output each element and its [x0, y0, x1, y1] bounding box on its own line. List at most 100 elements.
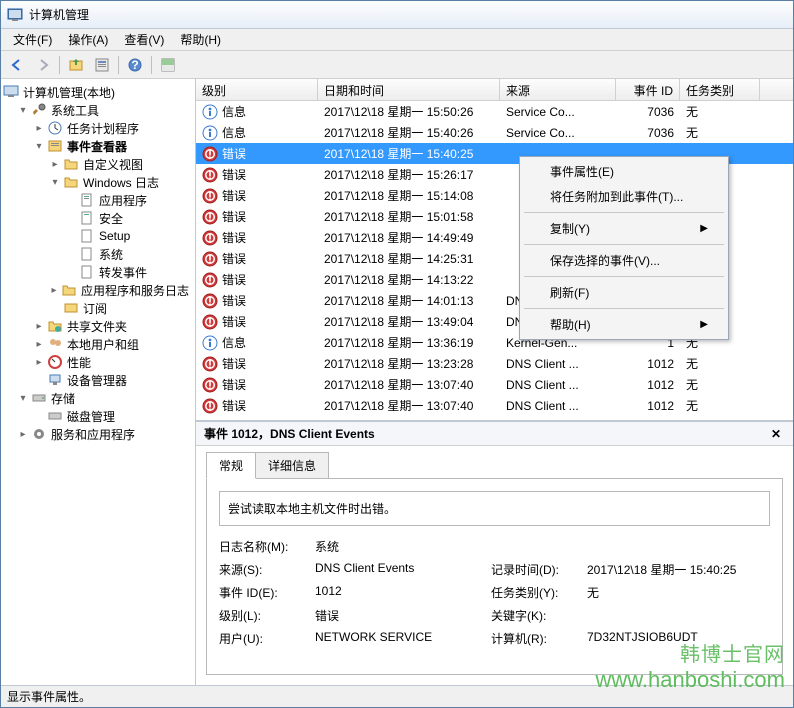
error-icon [202, 251, 218, 267]
properties-button[interactable] [90, 54, 114, 76]
event-date: 2017\12\18 星期一 15:50:26 [318, 103, 500, 120]
tree-storage[interactable]: ▾存储 [17, 389, 195, 407]
tree-disk-mgmt[interactable]: 磁盘管理 [33, 407, 195, 425]
tree-task-scheduler[interactable]: ▸任务计划程序 [33, 119, 195, 137]
value-keywords [587, 607, 770, 624]
event-row[interactable]: 错误2017\12\18 星期一 13:07:40DNS Client ...1… [196, 395, 793, 416]
tree-subscriptions[interactable]: 订阅 [49, 299, 195, 317]
computer-icon [3, 84, 19, 100]
col-header-level[interactable]: 级别 [196, 79, 318, 100]
tree-log-application[interactable]: 应用程序 [65, 191, 195, 209]
up-button[interactable] [64, 54, 88, 76]
col-header-id[interactable]: 事件 ID [616, 79, 680, 100]
tab-details[interactable]: 详细信息 [255, 452, 329, 479]
forward-button[interactable] [31, 54, 55, 76]
event-level: 错误 [222, 313, 246, 330]
tree-windows-logs[interactable]: ▾Windows 日志 [49, 173, 195, 191]
tree-log-forwarded[interactable]: 转发事件 [65, 263, 195, 281]
ctx-event-properties[interactable]: 事件属性(E) [522, 159, 726, 184]
info-icon [202, 335, 218, 351]
tree-pane[interactable]: 计算机管理(本地) ▾系统工具 ▸任务计划程序 ▾事件查看器 ▸自定义视图 ▾W… [1, 79, 196, 685]
expand-icon[interactable]: ▸ [33, 122, 45, 134]
menu-file[interactable]: 文件(F) [5, 29, 60, 50]
expand-icon[interactable]: ▸ [49, 284, 59, 296]
event-date: 2017\12\18 星期一 14:25:31 [318, 250, 500, 267]
event-level: 错误 [222, 271, 246, 288]
event-level: 信息 [222, 103, 246, 120]
event-detail-pane: 事件 1012，DNS Client Events ✕ 常规 详细信息 尝试读取… [196, 421, 793, 685]
info-icon [202, 104, 218, 120]
event-level: 错误 [222, 397, 246, 414]
show-preview-button[interactable] [156, 54, 180, 76]
error-icon [202, 314, 218, 330]
tree-app-services-logs[interactable]: ▸应用程序和服务日志 [49, 281, 195, 299]
tree-shared-folders[interactable]: ▸共享文件夹 [33, 317, 195, 335]
ctx-copy[interactable]: 复制(Y)▶ [522, 216, 726, 241]
users-icon [47, 336, 63, 352]
event-id: 1012 [616, 357, 680, 371]
ctx-refresh[interactable]: 刷新(F) [522, 280, 726, 305]
event-date: 2017\12\18 星期一 15:40:26 [318, 124, 500, 141]
tree-local-users[interactable]: ▸本地用户和组 [33, 335, 195, 353]
event-source: DNS Client ... [500, 378, 616, 392]
tree-device-mgr[interactable]: 设备管理器 [33, 371, 195, 389]
event-row[interactable]: 信息2017\12\18 星期一 15:50:26Service Co...70… [196, 101, 793, 122]
collapse-icon[interactable]: ▾ [49, 176, 61, 188]
col-header-date[interactable]: 日期和时间 [318, 79, 500, 100]
event-source: DNS Client ... [500, 399, 616, 413]
event-date: 2017\12\18 星期一 14:49:49 [318, 229, 500, 246]
col-header-cat[interactable]: 任务类别 [680, 79, 760, 100]
subscriptions-icon [63, 300, 79, 316]
title-bar: 计算机管理 [1, 1, 793, 29]
svg-text:?: ? [131, 58, 138, 72]
tree-log-system[interactable]: 系统 [65, 245, 195, 263]
chevron-right-icon: ▶ [700, 319, 708, 330]
detail-title-bar: 事件 1012，DNS Client Events ✕ [196, 422, 793, 446]
event-source: Service Co... [500, 105, 616, 119]
collapse-icon[interactable]: ▾ [33, 140, 45, 152]
value-level: 错误 [315, 607, 485, 624]
ctx-save-selected[interactable]: 保存选择的事件(V)... [522, 248, 726, 273]
value-user: NETWORK SERVICE [315, 630, 485, 647]
ctx-help[interactable]: 帮助(H)▶ [522, 312, 726, 337]
expand-icon[interactable]: ▸ [33, 338, 45, 350]
label-keywords: 关键字(K): [491, 607, 581, 624]
label-event-id: 事件 ID(E): [219, 584, 309, 601]
event-date: 2017\12\18 星期一 15:01:58 [318, 208, 500, 225]
menu-action[interactable]: 操作(A) [60, 29, 116, 50]
expand-icon[interactable]: ▸ [33, 356, 45, 368]
tree-root[interactable]: 计算机管理(本地) [1, 83, 195, 101]
event-row[interactable]: 信息2017\12\18 星期一 15:40:26Service Co...70… [196, 122, 793, 143]
tree-event-viewer[interactable]: ▾事件查看器 [33, 137, 195, 155]
event-source: DNS Client ... [500, 357, 616, 371]
context-menu[interactable]: 事件属性(E) 将任务附加到此事件(T)... 复制(Y)▶ 保存选择的事件(V… [519, 156, 729, 340]
ctx-attach-task[interactable]: 将任务附加到此事件(T)... [522, 184, 726, 209]
value-logged: 2017\12\18 星期一 15:40:25 [587, 561, 770, 578]
event-row[interactable]: 错误2017\12\18 星期一 13:23:28DNS Client ...1… [196, 353, 793, 374]
tree-log-setup[interactable]: Setup [65, 227, 195, 245]
expand-icon[interactable]: ▸ [49, 158, 61, 170]
tree-log-security[interactable]: 安全 [65, 209, 195, 227]
tree-custom-views[interactable]: ▸自定义视图 [49, 155, 195, 173]
tree-performance[interactable]: ▸性能 [33, 353, 195, 371]
expand-icon[interactable]: ▸ [33, 320, 45, 332]
device-icon [47, 372, 63, 388]
event-category: 无 [680, 376, 760, 393]
close-icon[interactable]: ✕ [767, 427, 785, 441]
collapse-icon[interactable]: ▾ [17, 104, 29, 116]
menu-help[interactable]: 帮助(H) [172, 29, 229, 50]
event-viewer-icon [47, 138, 63, 154]
help-button[interactable]: ? [123, 54, 147, 76]
event-level: 信息 [222, 334, 246, 351]
status-text: 显示事件属性。 [7, 688, 91, 705]
tab-general[interactable]: 常规 [206, 452, 256, 479]
tree-services-apps[interactable]: ▸服务和应用程序 [17, 425, 195, 443]
menu-view[interactable]: 查看(V) [116, 29, 172, 50]
back-button[interactable] [5, 54, 29, 76]
event-row[interactable]: 错误2017\12\18 星期一 13:07:40DNS Client ...1… [196, 374, 793, 395]
event-category: 无 [680, 397, 760, 414]
expand-icon[interactable]: ▸ [17, 428, 29, 440]
tree-system-tools[interactable]: ▾系统工具 [17, 101, 195, 119]
col-header-source[interactable]: 来源 [500, 79, 616, 100]
collapse-icon[interactable]: ▾ [17, 392, 29, 404]
